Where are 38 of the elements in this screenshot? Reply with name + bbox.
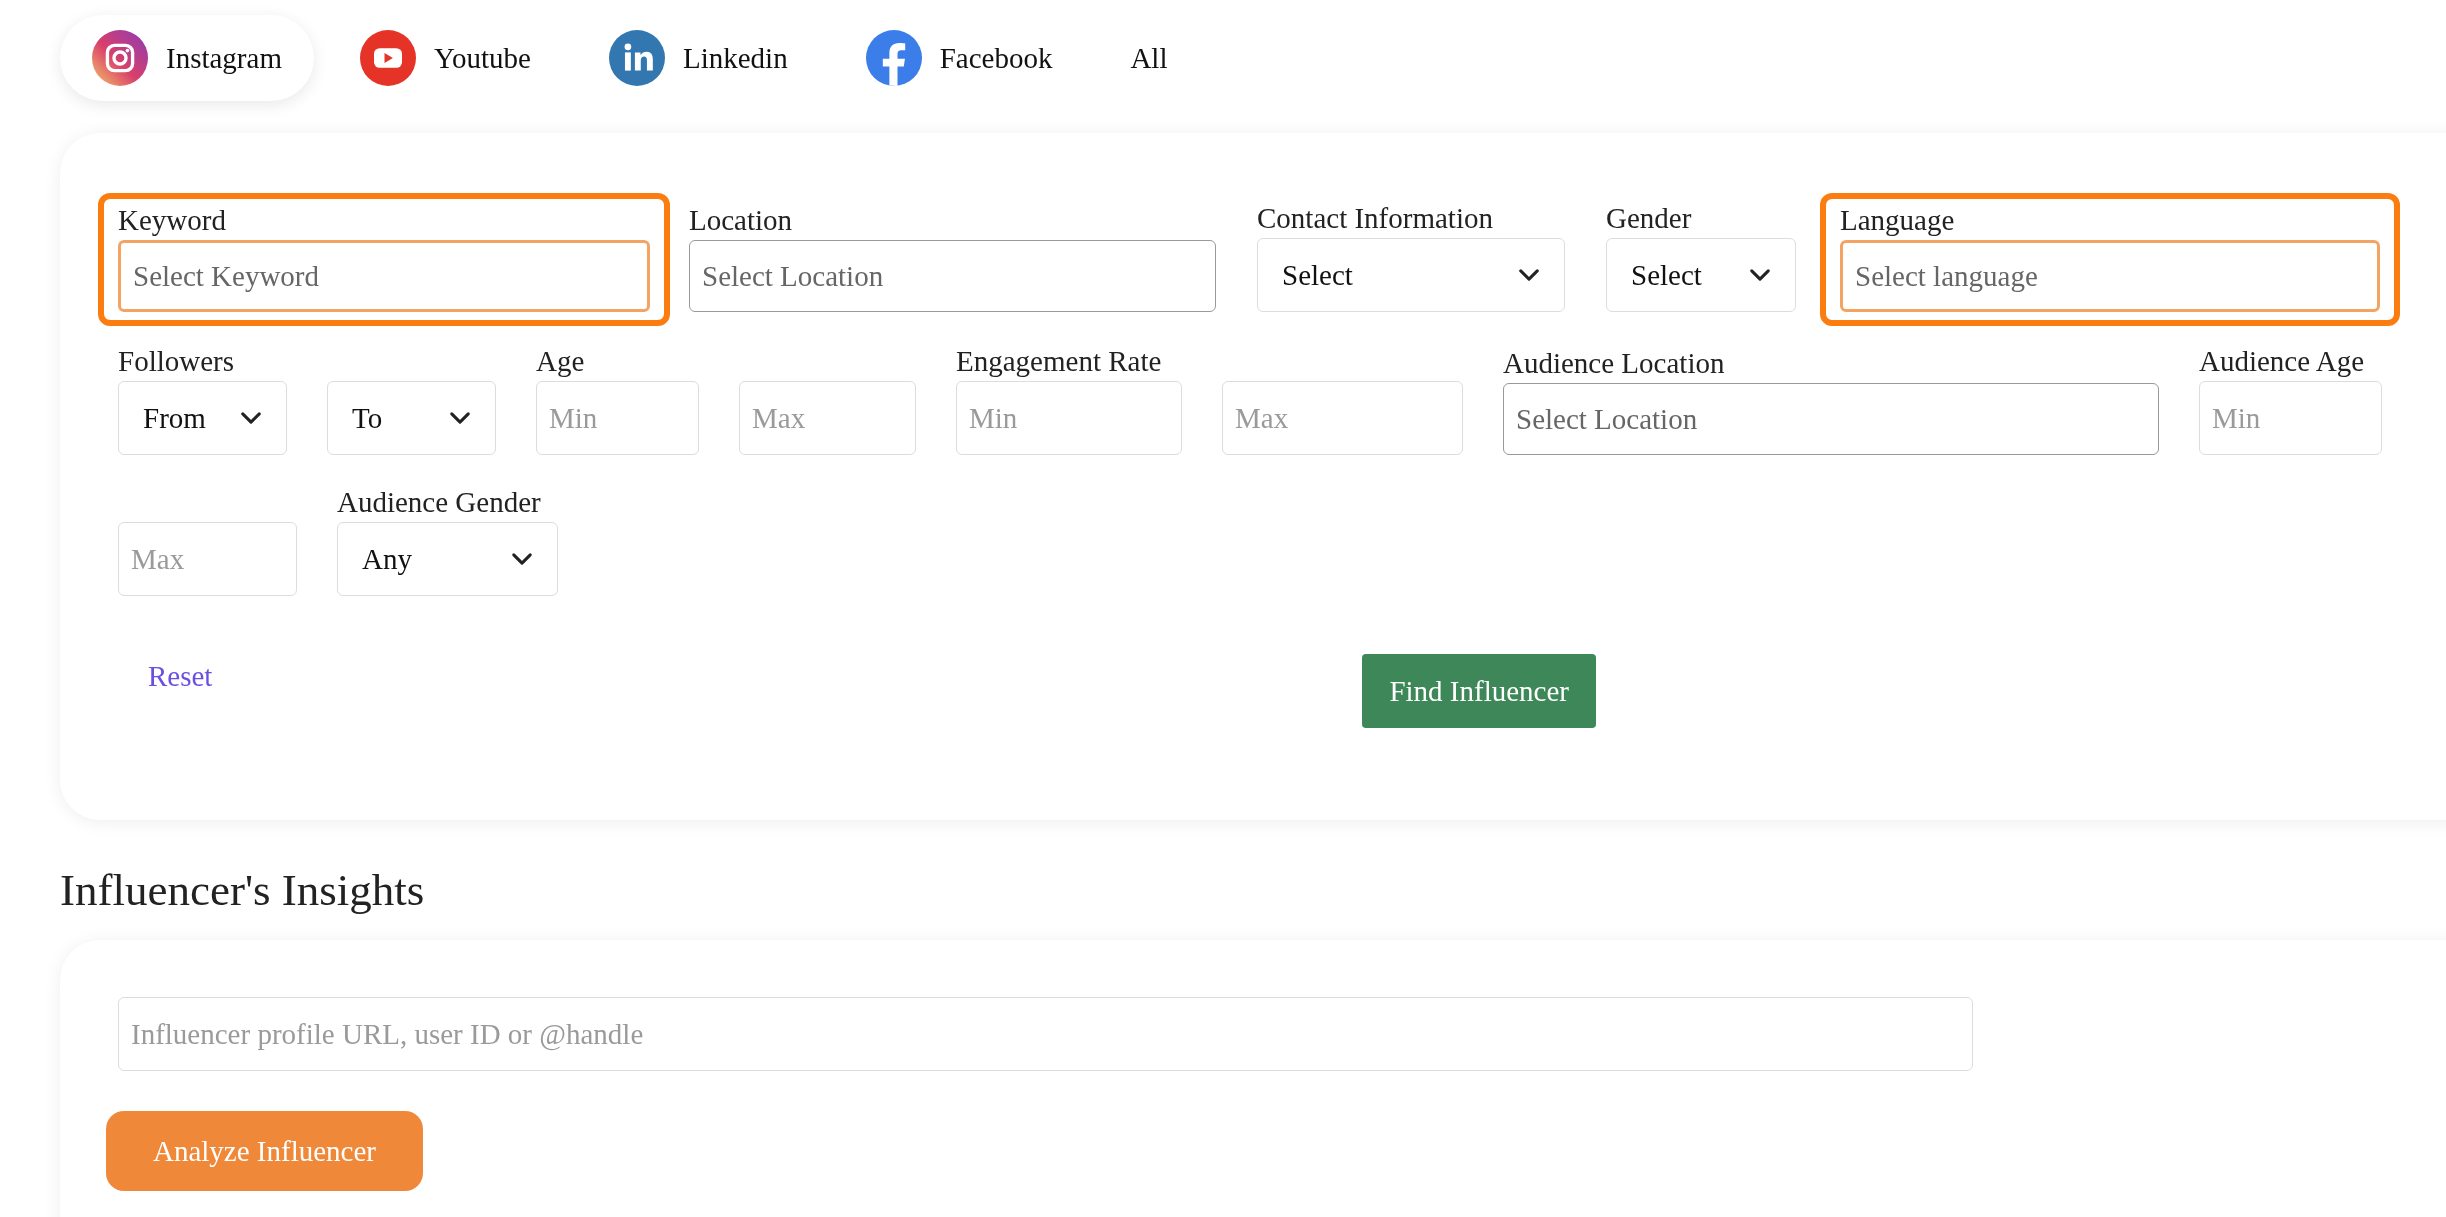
field-label: Language xyxy=(1840,203,1956,237)
chevron-down-icon xyxy=(1749,268,1771,282)
dropdown[interactable]: From xyxy=(118,381,287,455)
input-field[interactable]: Select Location xyxy=(1503,383,2159,455)
facebook-logo-icon xyxy=(865,30,922,86)
platform-tab[interactable]: Youtube xyxy=(327,15,563,101)
platform-tab[interactable]: Linkedin xyxy=(576,15,820,101)
platform-tab[interactable]: All xyxy=(1098,15,1200,101)
dropdown[interactable]: To xyxy=(327,381,496,455)
chevron-down-icon xyxy=(1518,268,1540,282)
find-influencer-button[interactable]: Find Influencer xyxy=(1362,654,1597,728)
platform-tab[interactable]: Instagram xyxy=(60,15,314,101)
input-field[interactable]: Select Location xyxy=(689,240,1216,312)
section-title: Influencer's Insights xyxy=(60,864,426,917)
play-logo-icon xyxy=(359,30,416,86)
linkedin-logo-icon xyxy=(608,30,665,86)
camera-logo-icon xyxy=(92,30,148,86)
input-field[interactable]: Select Keyword xyxy=(118,240,650,312)
chevron-down-icon xyxy=(240,411,262,425)
platform-tab[interactable]: Facebook xyxy=(833,15,1085,101)
chevron-down-icon xyxy=(511,552,533,566)
field-label: Audience Location xyxy=(1503,346,1726,380)
profile-url-field[interactable]: Influencer profile URL, user ID or @handle xyxy=(118,997,1973,1071)
field-label: Followers xyxy=(118,344,235,378)
field-label: Gender xyxy=(1606,201,1693,235)
field-label: Keyword xyxy=(118,203,227,237)
field-label: Audience Gender xyxy=(337,485,542,519)
field-label: Audience Age xyxy=(2199,344,2366,378)
field-label: Location xyxy=(689,203,794,237)
dropdown[interactable]: Any xyxy=(337,522,558,596)
field-label: Engagement Rate xyxy=(956,344,1163,378)
input-field[interactable]: Select language xyxy=(1840,240,2380,312)
dropdown[interactable]: Select xyxy=(1606,238,1796,312)
chevron-down-icon xyxy=(449,411,471,425)
field-label: Contact Information xyxy=(1257,201,1494,235)
field-label: Age xyxy=(536,344,586,378)
reset-link[interactable]: Reset xyxy=(118,659,213,693)
dropdown[interactable]: Select xyxy=(1257,238,1565,312)
